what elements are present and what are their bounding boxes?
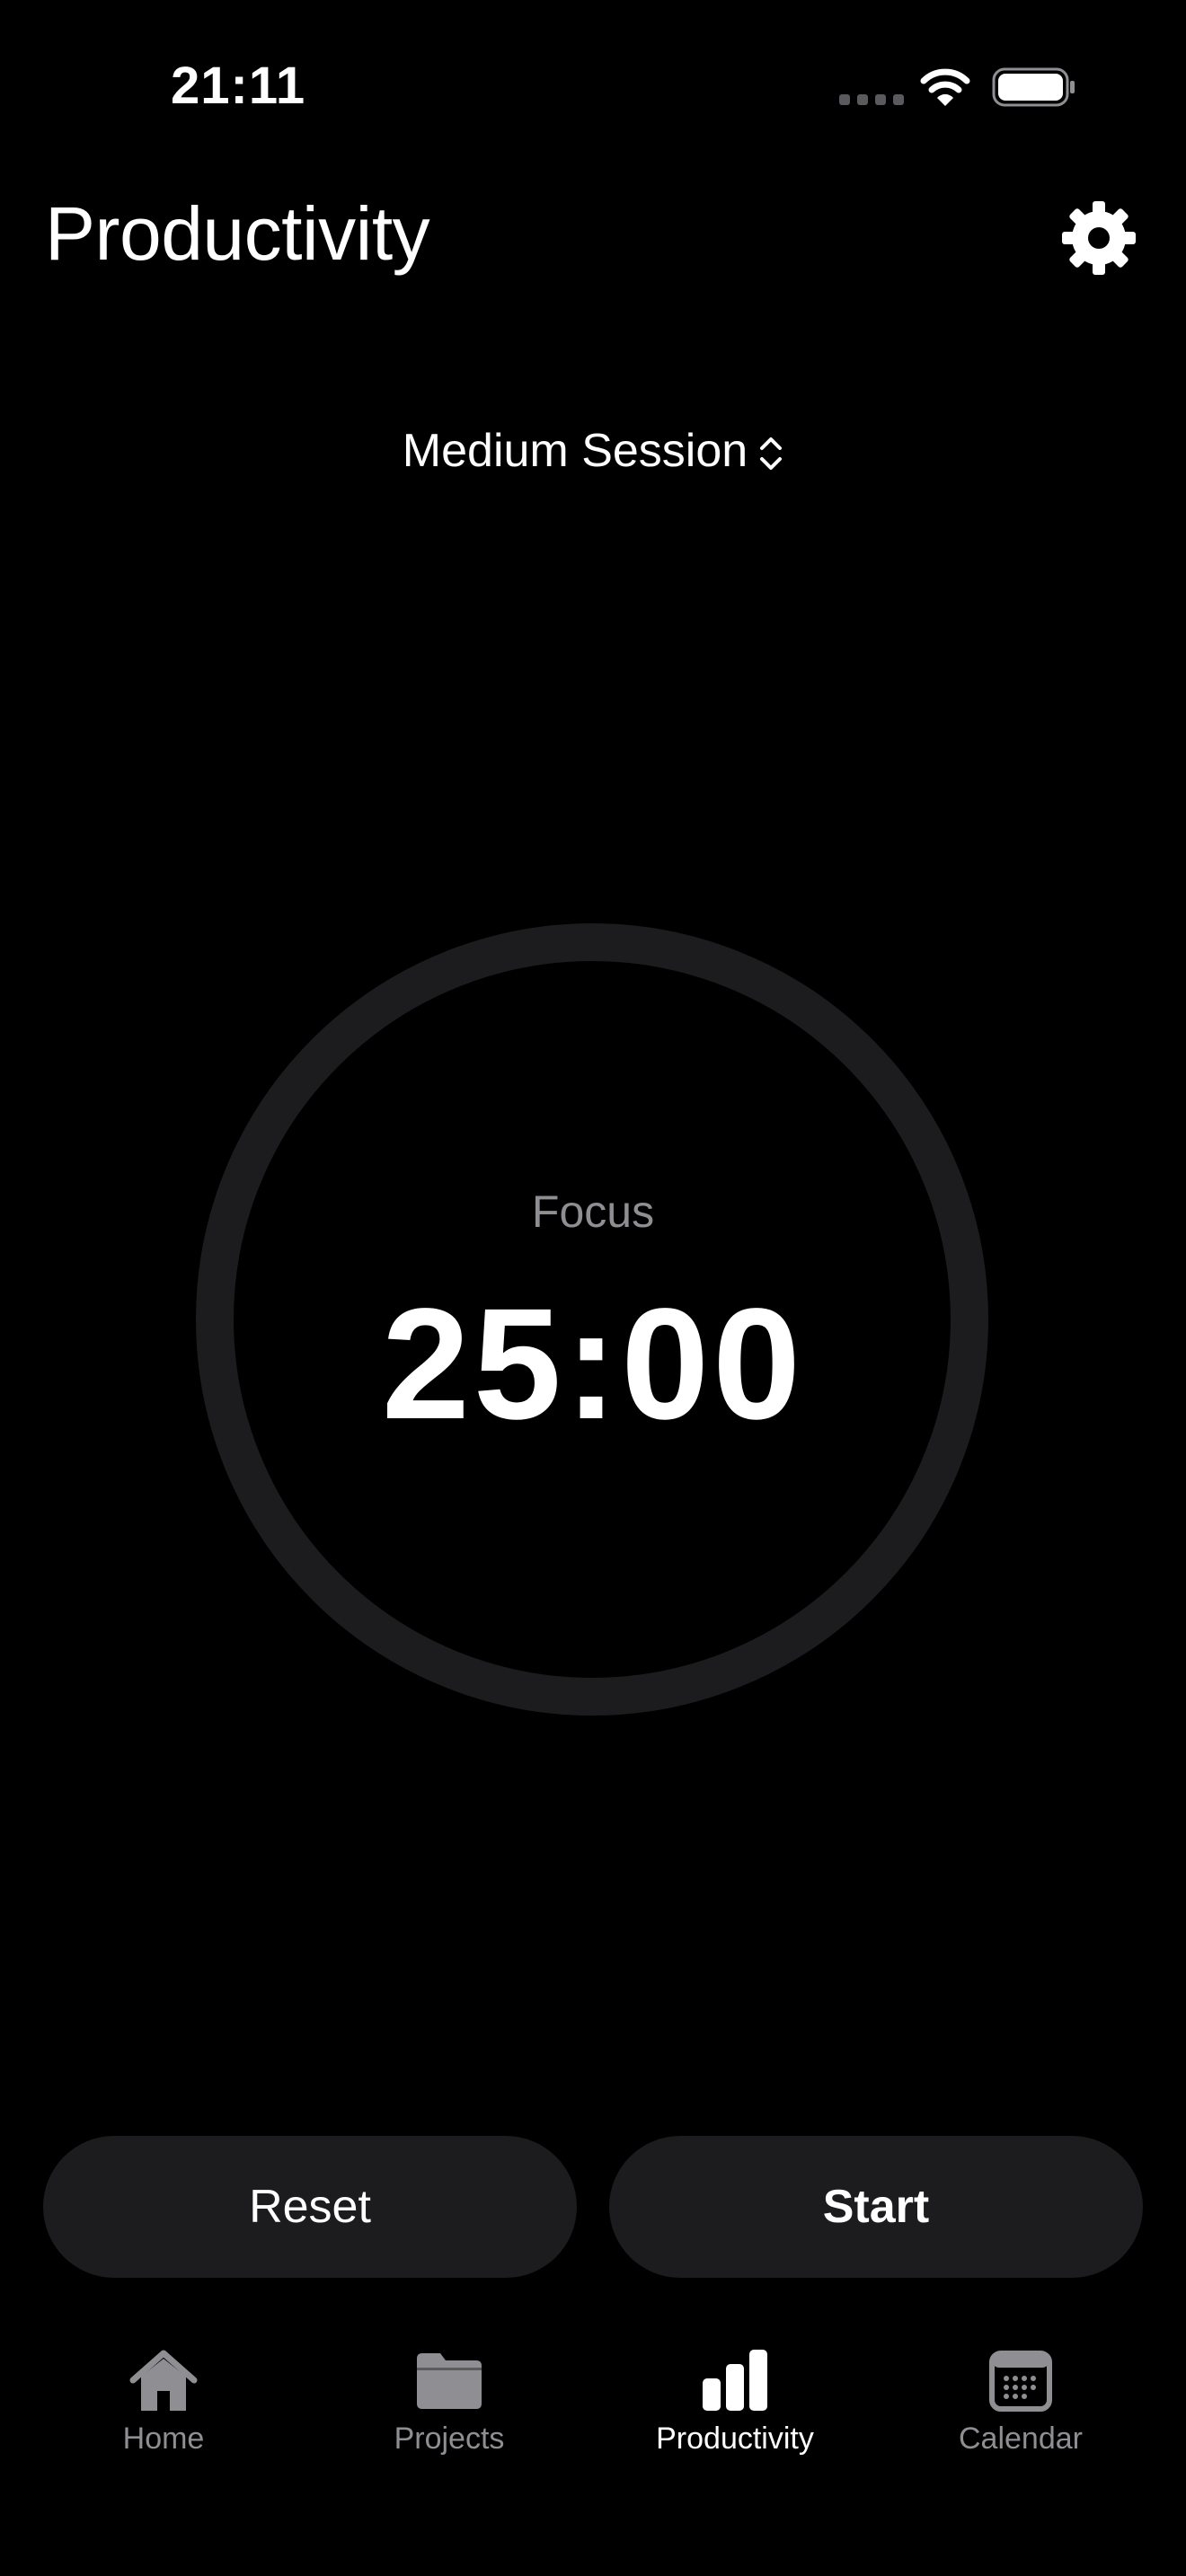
- tab-projects[interactable]: Projects: [332, 2335, 566, 2479]
- tab-bar: Home Projects Productivity Calendar: [0, 2335, 1186, 2576]
- calendar-icon: [989, 2351, 1052, 2412]
- bar-chart-icon: [703, 2350, 767, 2411]
- house-icon: [129, 2350, 198, 2411]
- status-time: 21:11: [171, 57, 306, 115]
- status-bar: 21:11: [0, 0, 1186, 171]
- session-picker[interactable]: Medium Session: [0, 424, 1186, 478]
- tab-label: Productivity: [656, 2422, 814, 2456]
- cellular-signal-icon: [839, 94, 904, 105]
- folder-icon: [417, 2353, 482, 2409]
- gear-icon[interactable]: [1060, 199, 1137, 277]
- tab-calendar[interactable]: Calendar: [904, 2335, 1137, 2479]
- start-button[interactable]: Start: [609, 2136, 1143, 2278]
- session-label: Medium Session: [402, 425, 748, 477]
- tab-home[interactable]: Home: [47, 2335, 280, 2479]
- tab-productivity[interactable]: Productivity: [618, 2335, 852, 2479]
- chevron-up-down-icon: [760, 437, 783, 471]
- wifi-icon: [920, 68, 970, 106]
- battery-icon: [992, 67, 1075, 107]
- page-title: Productivity: [45, 191, 430, 276]
- reset-button[interactable]: Reset: [43, 2136, 577, 2278]
- tab-label: Projects: [394, 2422, 505, 2456]
- tab-label: Home: [122, 2422, 205, 2456]
- tab-label: Calendar: [959, 2422, 1083, 2456]
- timer-phase-label: Focus: [531, 1187, 655, 1237]
- timer-countdown: 25:00: [381, 1276, 805, 1452]
